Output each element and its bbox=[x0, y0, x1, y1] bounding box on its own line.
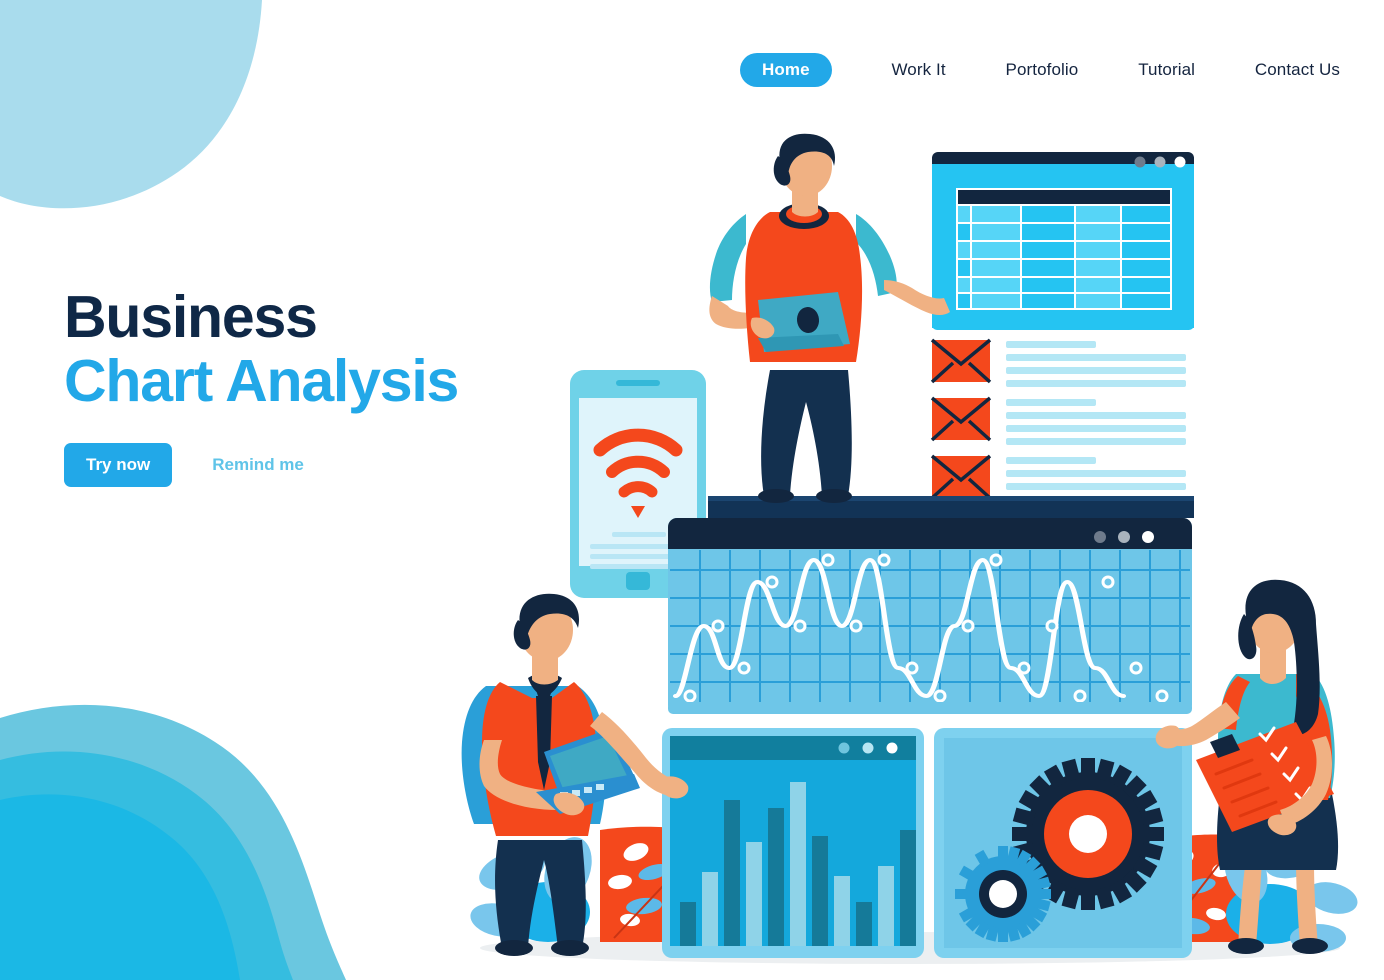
email-list-item bbox=[930, 338, 1186, 387]
main-navigation: Home Work It Portofolio Tutorial Contact… bbox=[740, 50, 1340, 90]
envelope-icon[interactable] bbox=[930, 454, 992, 500]
window-dot-3 bbox=[1174, 156, 1186, 168]
phone-home-button bbox=[626, 572, 650, 590]
nav-item-home[interactable]: Home bbox=[740, 53, 832, 87]
window-dot-3 bbox=[886, 742, 898, 754]
envelope-icon[interactable] bbox=[930, 396, 992, 442]
window-dot-1 bbox=[838, 742, 850, 754]
spreadsheet-table bbox=[956, 188, 1172, 310]
nav-item-portofolio[interactable]: Portofolio bbox=[1006, 60, 1079, 80]
nav-item-tutorial[interactable]: Tutorial bbox=[1138, 60, 1195, 80]
person-standing-with-laptop bbox=[709, 133, 950, 503]
window-dot-1 bbox=[1094, 531, 1106, 543]
laptop bbox=[758, 292, 850, 352]
line-chart-plot bbox=[670, 550, 1190, 710]
email-list-item bbox=[930, 454, 1186, 503]
remind-me-button[interactable]: Remind me bbox=[206, 454, 310, 476]
window-dot-2 bbox=[862, 742, 874, 754]
top-left-blob bbox=[0, 0, 262, 209]
phone-speaker bbox=[616, 380, 660, 386]
nav-item-contact-us[interactable]: Contact Us bbox=[1255, 60, 1340, 80]
window-dot-2 bbox=[1154, 156, 1166, 168]
try-now-button[interactable]: Try now bbox=[64, 443, 173, 488]
email-list bbox=[930, 338, 1186, 503]
window-dot-1 bbox=[1134, 156, 1146, 168]
line-chart-window[interactable] bbox=[668, 518, 1192, 714]
gears-panel[interactable] bbox=[934, 728, 1192, 958]
envelope-icon[interactable] bbox=[930, 338, 992, 384]
window-dot-2 bbox=[1118, 531, 1130, 543]
spreadsheet-window[interactable] bbox=[932, 152, 1194, 330]
landing-page: Home Work It Portofolio Tutorial Contact… bbox=[0, 0, 1384, 980]
email-list-item bbox=[930, 396, 1186, 445]
business-analysis-illustration bbox=[461, 133, 1358, 964]
window-dot-3 bbox=[1142, 531, 1154, 543]
nav-item-work-it[interactable]: Work It bbox=[891, 60, 945, 80]
